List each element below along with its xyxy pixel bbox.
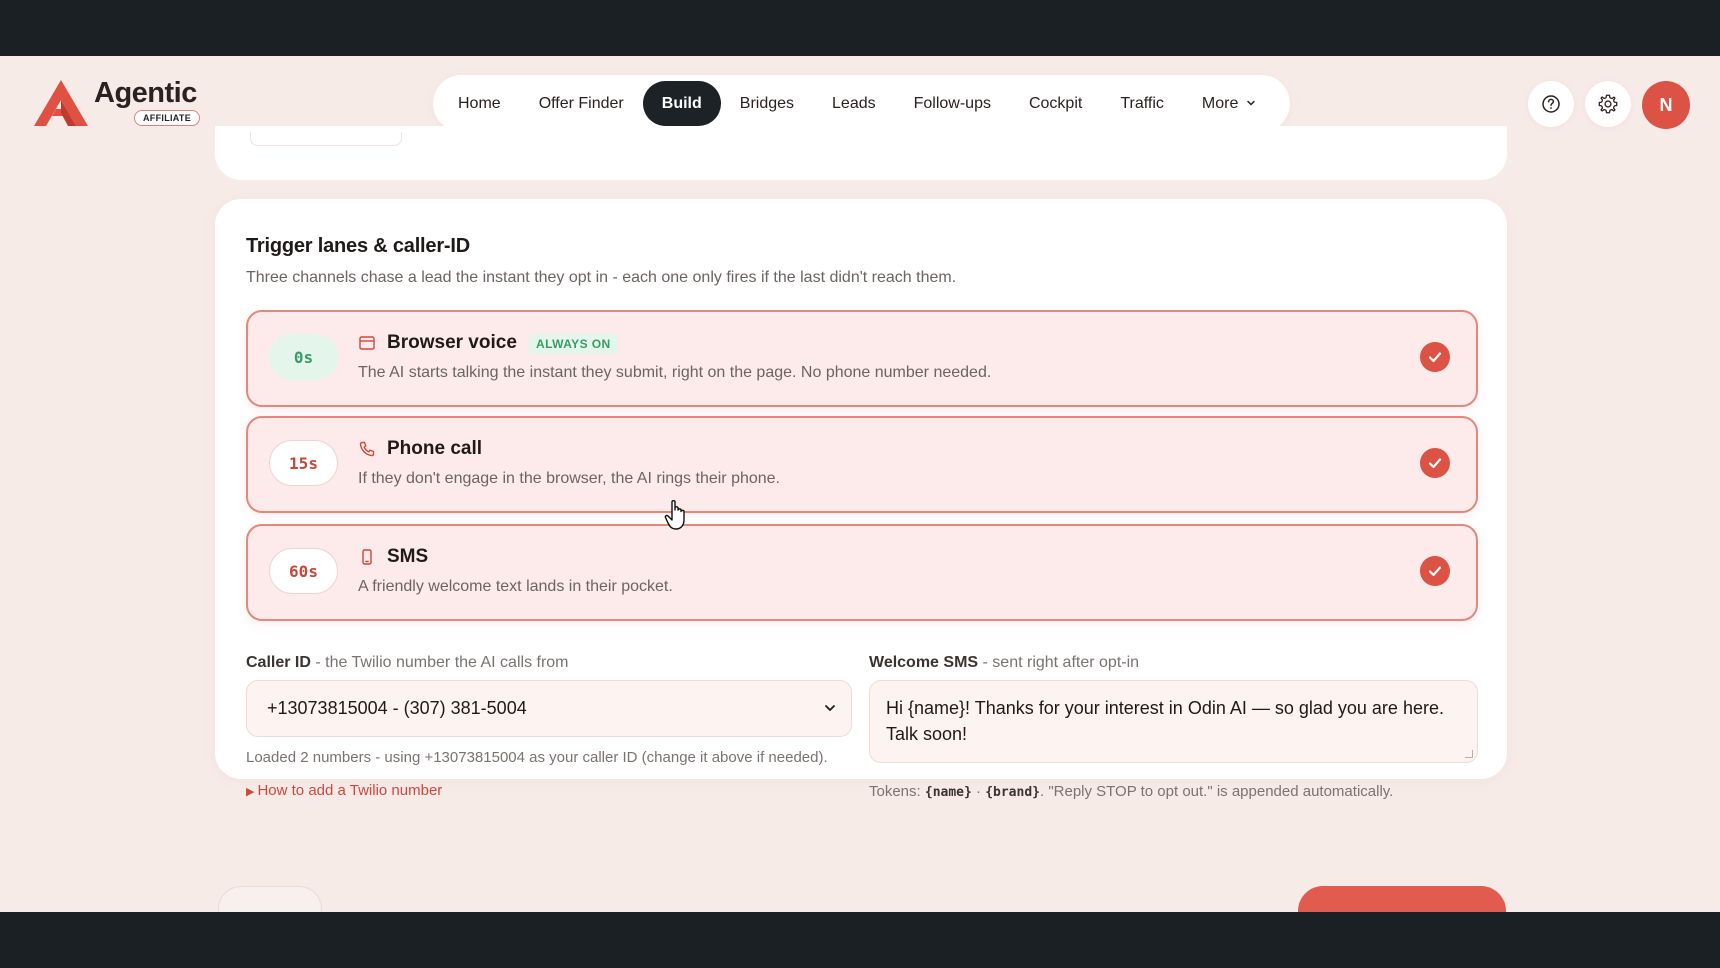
video-letterbox-bottom: [0, 912, 1720, 968]
brand-logo[interactable]: Agentic AFFILIATE: [32, 77, 201, 128]
resize-handle-icon[interactable]: [1465, 750, 1473, 758]
welcome-sms-label-strong: Welcome SMS: [869, 654, 979, 671]
nav-label: Bridges: [739, 94, 795, 112]
previous-section-card: [215, 126, 1507, 180]
question-circle-icon: [1542, 95, 1560, 113]
lane-checkbox[interactable]: [1420, 556, 1450, 586]
token-brand: {brand}: [985, 785, 1040, 800]
tokens-hint: Tokens: {name} · {brand}. "Reply STOP to…: [869, 783, 1393, 800]
caller-id-hint: Loaded 2 numbers - using +13073815004 as…: [246, 749, 828, 766]
nav-label: Follow-ups: [913, 94, 991, 112]
checkmark-icon: [1428, 566, 1442, 577]
lane-description: A friendly welcome text lands in their p…: [358, 578, 673, 595]
nav-item-home[interactable]: Home: [439, 81, 520, 126]
phone-icon: [359, 441, 375, 457]
logo-a-icon: [34, 80, 88, 126]
nav-label: Home: [458, 94, 501, 112]
card-title: Trigger lanes & caller-ID: [246, 235, 470, 257]
token-name: {name}: [924, 785, 972, 800]
user-avatar[interactable]: N: [1642, 81, 1690, 129]
nav-item-follow-ups[interactable]: Follow-ups: [895, 81, 1010, 126]
caller-id-value: +13073815004 - (307) 381-5004: [267, 698, 527, 718]
next-button[interactable]: [1298, 886, 1506, 912]
token-separator: ·: [971, 783, 986, 800]
lane-browser-voice[interactable]: 0s Browser voice ALWAYS ON The AI starts…: [246, 310, 1478, 407]
nav-label: Build: [661, 94, 702, 112]
nav-item-more[interactable]: More: [1183, 81, 1275, 126]
nav-label: Traffic: [1120, 94, 1164, 112]
previous-section-stub: [250, 132, 402, 146]
lane-phone-call[interactable]: 15s Phone call If they don't engage in t…: [246, 416, 1478, 513]
app-window: Agentic AFFILIATE Home Offer Finder Buil…: [0, 56, 1720, 912]
logo-badge: AFFILIATE: [134, 110, 201, 126]
disclosure-triangle-icon: ▶: [246, 786, 255, 798]
logo-wordmark: Agentic: [94, 77, 197, 109]
help-button[interactable]: [1528, 81, 1574, 127]
caller-id-label-suffix: - the Twilio number the AI calls from: [310, 654, 569, 671]
nav-item-bridges[interactable]: Bridges: [721, 81, 813, 126]
nav-item-leads[interactable]: Leads: [813, 81, 895, 126]
lane-description: If they don't engage in the browser, the…: [358, 470, 780, 487]
card-subtitle: Three channels chase a lead the instant …: [246, 269, 957, 286]
checkmark-icon: [1428, 458, 1442, 469]
welcome-sms-label-suffix: - sent right after opt-in: [978, 654, 1140, 671]
twilio-help-link-label: How to add a Twilio number: [257, 782, 443, 799]
welcome-sms-label: Welcome SMS - sent right after opt-in: [869, 654, 1139, 672]
caller-id-label-strong: Caller ID: [246, 654, 311, 671]
caller-id-label: Caller ID - the Twilio number the AI cal…: [246, 654, 569, 672]
lane-name: Browser voice: [387, 332, 517, 353]
lane-description: The AI starts talking the instant they s…: [358, 364, 992, 381]
lane-sms[interactable]: 60s SMS A friendly welcome text lands in…: [246, 524, 1478, 621]
nav-label: Leads: [832, 94, 876, 112]
chevron-down-icon: [825, 705, 835, 712]
lane-name: SMS: [387, 546, 429, 567]
lane-delay-badge: 0s: [269, 334, 338, 380]
back-button[interactable]: [218, 886, 322, 912]
gear-icon: [1598, 94, 1618, 114]
hand-cursor-icon: [664, 500, 685, 530]
nav-item-cockpit[interactable]: Cockpit: [1010, 81, 1101, 126]
trigger-lanes-card: Trigger lanes & caller-ID Three channels…: [215, 199, 1507, 800]
video-letterbox-top: [0, 0, 1720, 56]
tokens-suffix: . "Reply STOP to opt out." is appended a…: [1039, 783, 1394, 800]
settings-button[interactable]: [1585, 81, 1631, 127]
welcome-sms-textarea[interactable]: Hi {name}! Thanks for your interest in O…: [869, 680, 1478, 763]
welcome-sms-value: Hi {name}! Thanks for your interest in O…: [886, 698, 1444, 744]
nav-label: More: [1201, 94, 1239, 112]
caller-id-select[interactable]: +13073815004 - (307) 381-5004: [246, 680, 852, 737]
checkmark-icon: [1428, 352, 1442, 363]
nav-label: Cockpit: [1028, 94, 1083, 112]
lane-checkbox[interactable]: [1420, 342, 1450, 372]
chevron-down-icon: [1247, 100, 1256, 106]
main-nav: Home Offer Finder Build Bridges Leads Fo…: [433, 75, 1290, 132]
always-on-badge: ALWAYS ON: [529, 334, 618, 354]
nav-item-traffic[interactable]: Traffic: [1101, 81, 1183, 126]
lane-delay-badge: 15s: [269, 440, 338, 486]
tokens-prefix: Tokens:: [869, 783, 925, 800]
browser-window-icon: [359, 336, 375, 350]
nav-item-build[interactable]: Build: [642, 81, 721, 126]
lane-delay-badge: 60s: [269, 548, 338, 594]
nav-label: Offer Finder: [538, 94, 624, 112]
twilio-help-link[interactable]: ▶ How to add a Twilio number: [246, 782, 442, 799]
lane-name: Phone call: [387, 438, 483, 459]
mobile-icon: [362, 549, 372, 565]
nav-item-offer-finder[interactable]: Offer Finder: [520, 81, 643, 126]
lane-checkbox[interactable]: [1420, 448, 1450, 478]
